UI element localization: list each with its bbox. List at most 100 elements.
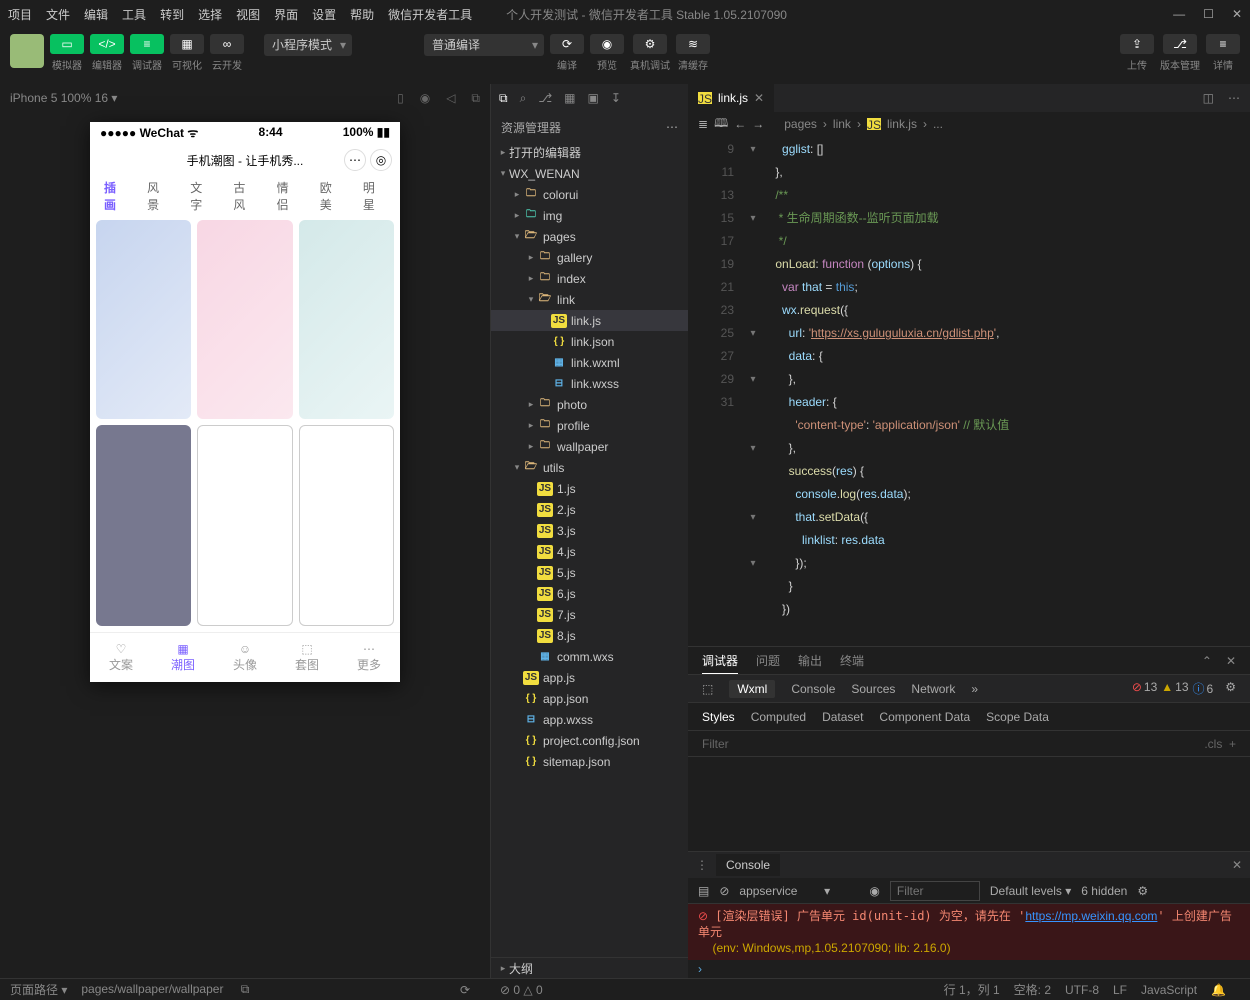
console-prompt[interactable]: › (688, 960, 1250, 978)
computed-tab[interactable]: Computed (751, 710, 806, 724)
sync-icon[interactable]: ⟳ (460, 983, 470, 997)
console-filter-input[interactable] (890, 881, 980, 901)
tree-section[interactable]: ▾WX_WENAN (491, 163, 688, 184)
levels-select[interactable]: Default levels ▾ (990, 884, 1071, 898)
gear-icon[interactable]: ⚙ (1225, 680, 1236, 697)
hidden-count[interactable]: 6 hidden (1081, 884, 1127, 898)
tree-item-app-wxss[interactable]: ⊟app.wxss (491, 709, 688, 730)
tree-item-5-js[interactable]: JS5.js (491, 562, 688, 583)
error-count[interactable]: 13 (1132, 680, 1157, 697)
menu-goto[interactable]: 转到 (160, 6, 184, 23)
forward-icon[interactable]: → (752, 117, 764, 131)
branch-icon[interactable]: ⎇ (538, 91, 552, 105)
preview-button[interactable]: ◉ (590, 34, 624, 54)
tab-couple[interactable]: 情侣 (267, 179, 310, 213)
mode-dropdown[interactable]: 小程序模式 (264, 34, 352, 56)
compile-button[interactable]: ⟳ (550, 34, 584, 54)
menu-file[interactable]: 文件 (46, 6, 70, 23)
back-icon[interactable]: ← (734, 117, 746, 131)
tab-classic[interactable]: 古风 (223, 179, 266, 213)
tab-scenery[interactable]: 风景 (137, 179, 180, 213)
realdbg-button[interactable]: ⚙ (633, 34, 667, 54)
dataset-tab[interactable]: Dataset (822, 710, 863, 724)
editor-tab-linkjs[interactable]: JS link.js ✕ (688, 84, 775, 112)
tree-item-profile[interactable]: ▸🗀profile (491, 415, 688, 436)
device-select[interactable]: iPhone 5 100% 16 ▾ (10, 91, 117, 105)
clearcache-button[interactable]: ≋ (676, 34, 710, 54)
box-icon[interactable]: ▣ (587, 91, 598, 105)
filter-input[interactable]: Filter (702, 737, 729, 751)
tree-item-gallery[interactable]: ▸🗀gallery (491, 247, 688, 268)
cloud-button[interactable]: ∞ (210, 34, 244, 54)
menu-dots-icon[interactable]: ⋯ (344, 149, 366, 171)
menu-help[interactable]: 帮助 (350, 6, 374, 23)
simulator-button[interactable]: ▭ (50, 34, 84, 54)
tree-item-6-js[interactable]: JS6.js (491, 583, 688, 604)
tree-item-comm-wxs[interactable]: ▦comm.wxs (491, 646, 688, 667)
tree-item-3-js[interactable]: JS3.js (491, 520, 688, 541)
tree-item-link[interactable]: ▾🗁link (491, 289, 688, 310)
tree-item-img[interactable]: ▸🗀img (491, 205, 688, 226)
image-thumb[interactable] (197, 425, 292, 626)
tree-item-link-wxss[interactable]: ⊟link.wxss (491, 373, 688, 394)
image-thumb[interactable] (96, 425, 191, 626)
eye-icon[interactable]: ◉ (869, 884, 879, 898)
tab-debugger[interactable]: 调试器 (702, 652, 738, 674)
crumb[interactable]: link (833, 117, 851, 131)
tree-item-app-js[interactable]: JSapp.js (491, 667, 688, 688)
tree-item-photo[interactable]: ▸🗀photo (491, 394, 688, 415)
tab-star[interactable]: 明星 (353, 179, 396, 213)
menu-tools[interactable]: 工具 (122, 6, 146, 23)
explorer-icon[interactable]: ⧉ (499, 91, 508, 106)
nav-wenan[interactable]: ♡文案 (90, 633, 152, 682)
sidebar-icon[interactable]: ▤ (698, 884, 709, 898)
close-icon[interactable]: ✕ (1226, 654, 1236, 668)
editor-button[interactable]: </> (90, 34, 124, 54)
collapse-icon[interactable]: ⌃ (1202, 654, 1212, 668)
crumb[interactable]: pages (784, 117, 817, 131)
tree-item-wallpaper[interactable]: ▸🗀wallpaper (491, 436, 688, 457)
console-tab[interactable]: Console (716, 854, 780, 876)
tab-close-icon[interactable]: ✕ (754, 91, 764, 105)
compdata-tab[interactable]: Component Data (879, 710, 970, 724)
debugger-button[interactable]: ≡ (130, 34, 164, 54)
image-thumb[interactable] (197, 220, 292, 419)
crumb[interactable]: ... (933, 117, 943, 131)
devtool-console[interactable]: Console (791, 682, 835, 696)
more-icon[interactable]: ⋯ (666, 120, 678, 134)
encoding[interactable]: UTF-8 (1065, 983, 1099, 997)
bookmark-icon[interactable]: 🕮 (714, 114, 728, 135)
tree-item-sitemap-json[interactable]: { }sitemap.json (491, 751, 688, 772)
menu-devtools[interactable]: 微信开发者工具 (388, 6, 472, 23)
menu-project[interactable]: 项目 (8, 6, 32, 23)
console-close-icon[interactable]: ✕ (1232, 858, 1242, 872)
styles-tab[interactable]: Styles (702, 710, 735, 724)
tree-item-link-js[interactable]: JSlink.js (491, 310, 688, 331)
scopedata-tab[interactable]: Scope Data (986, 710, 1049, 724)
tree-item-index[interactable]: ▸🗀index (491, 268, 688, 289)
menu-interface[interactable]: 界面 (274, 6, 298, 23)
image-thumb[interactable] (299, 220, 394, 419)
warn-count[interactable]: 13 (1161, 680, 1188, 697)
tree-item-8-js[interactable]: JS8.js (491, 625, 688, 646)
devtool-more-icon[interactable]: » (971, 682, 978, 696)
phone-icon[interactable]: ▯ (397, 91, 404, 106)
gear-icon[interactable]: ⚙ (1137, 884, 1148, 898)
devtool-network[interactable]: Network (911, 682, 955, 696)
minimize-icon[interactable]: — (1173, 7, 1185, 21)
tab-western[interactable]: 欧美 (310, 179, 353, 213)
tree-item-link-wxml[interactable]: ▦link.wxml (491, 352, 688, 373)
error-link[interactable]: https://mp.weixin.qq.com (1025, 909, 1157, 923)
avatar[interactable] (10, 34, 44, 68)
version-button[interactable]: ⎇ (1163, 34, 1197, 54)
menu-view[interactable]: 视图 (236, 6, 260, 23)
console-menu-icon[interactable]: ⋮ (696, 858, 708, 872)
nav-set[interactable]: ⬚套图 (276, 633, 338, 682)
list-icon[interactable]: ≣ (698, 117, 708, 131)
tab-illustration[interactable]: 插画 (94, 179, 137, 213)
indent[interactable]: 空格: 2 (1014, 981, 1051, 998)
menu-settings[interactable]: 设置 (312, 6, 336, 23)
cls-button[interactable]: .cls (1204, 737, 1222, 751)
tree-item-colorui[interactable]: ▸🗀colorui (491, 184, 688, 205)
inspect-icon[interactable]: ⬚ (702, 682, 713, 696)
